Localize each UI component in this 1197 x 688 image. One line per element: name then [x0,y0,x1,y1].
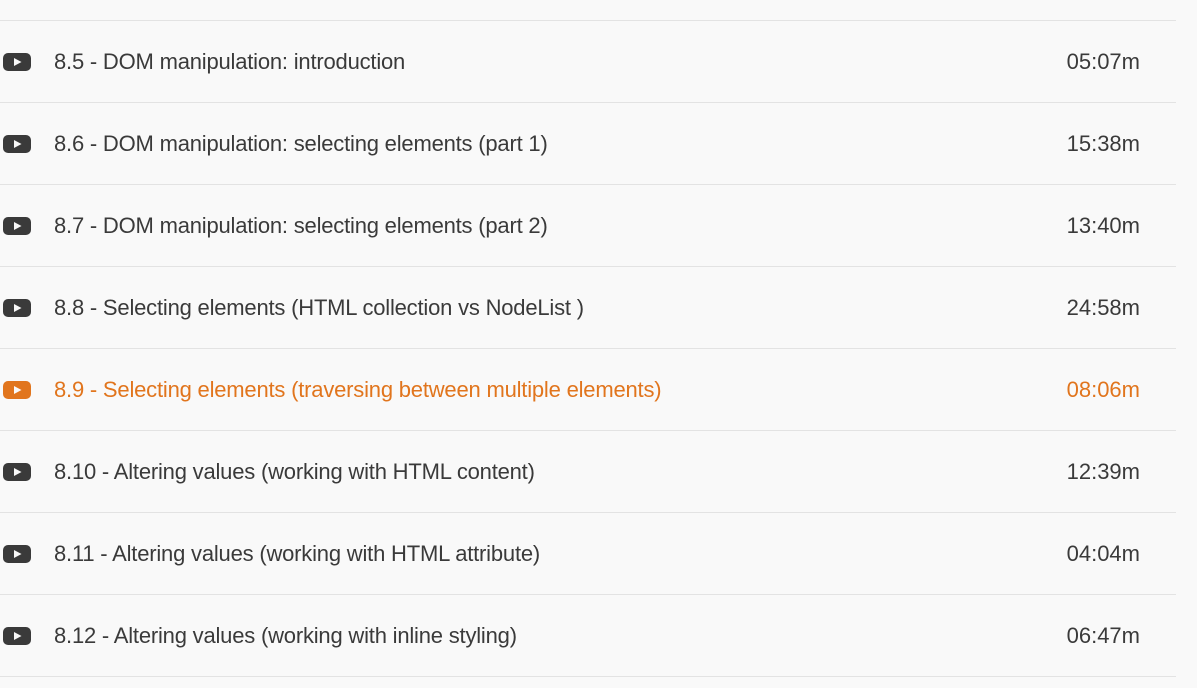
lesson-duration: 24:58m [1066,294,1140,320]
play-video-icon [3,544,31,563]
lesson-title: 8.5 - DOM manipulation: introduction [54,48,406,74]
play-video-icon [3,216,31,235]
lesson-list: 8.5 - DOM manipulation: introduction 05:… [0,20,1176,677]
lesson-title: 8.9 - Selecting elements (traversing bet… [54,376,662,402]
lesson-row[interactable]: 8.10 - Altering values (working with HTM… [0,431,1176,513]
lesson-duration: 12:39m [1066,458,1140,484]
lesson-duration: 13:40m [1066,212,1140,238]
play-video-icon [3,134,31,153]
lesson-title: 8.11 - Altering values (working with HTM… [54,540,541,566]
lesson-row[interactable]: 8.5 - DOM manipulation: introduction 05:… [0,21,1176,103]
lesson-row[interactable]: 8.6 - DOM manipulation: selecting elemen… [0,103,1176,185]
play-video-icon [3,298,31,317]
play-video-icon [3,380,31,399]
lesson-row[interactable]: 8.8 - Selecting elements (HTML collectio… [0,267,1176,349]
lesson-duration: 05:07m [1066,48,1140,74]
lesson-duration: 04:04m [1066,540,1140,566]
lesson-title: 8.8 - Selecting elements (HTML collectio… [54,294,584,320]
lesson-duration: 08:06m [1066,376,1140,402]
play-video-icon [3,462,31,481]
play-video-icon [3,52,31,71]
play-video-icon [3,626,31,645]
lesson-title: 8.7 - DOM manipulation: selecting elemen… [54,212,548,238]
lesson-title: 8.10 - Altering values (working with HTM… [54,458,535,484]
lesson-row[interactable]: 8.7 - DOM manipulation: selecting elemen… [0,185,1176,267]
lesson-title: 8.12 - Altering values (working with inl… [54,622,517,648]
lesson-row[interactable]: 8.12 - Altering values (working with inl… [0,595,1176,677]
lesson-row[interactable]: 8.11 - Altering values (working with HTM… [0,513,1176,595]
lesson-duration: 06:47m [1066,622,1140,648]
lesson-title: 8.6 - DOM manipulation: selecting elemen… [54,130,548,156]
lesson-row-active[interactable]: 8.9 - Selecting elements (traversing bet… [0,349,1176,431]
lesson-duration: 15:38m [1066,130,1140,156]
